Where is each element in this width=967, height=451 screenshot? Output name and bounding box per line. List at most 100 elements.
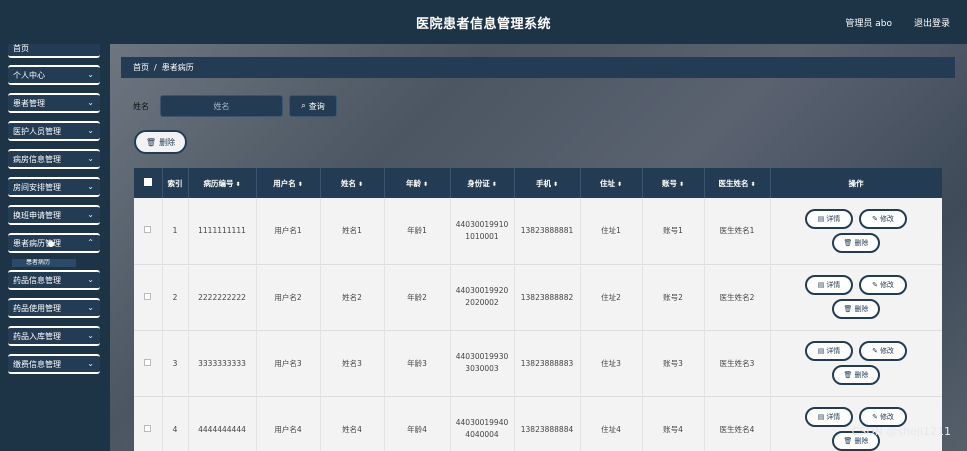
sidebar-item-drug-usage[interactable]: 药品使用管理 ⌄: [8, 298, 100, 318]
pencil-icon: ✎: [872, 347, 878, 355]
detail-button[interactable]: ▤ 详情: [805, 208, 853, 229]
cell-name: 姓名3: [320, 330, 385, 396]
sidebar-item-wards[interactable]: 病房信息管理 ⌄: [8, 149, 100, 169]
cell-username: 用户名2: [256, 264, 321, 330]
pencil-icon: ✎: [872, 281, 878, 289]
cell-address: 住址1: [580, 198, 643, 264]
chevron-down-icon: ⌄: [87, 182, 94, 191]
header-age[interactable]: 年龄 ⬍: [384, 168, 451, 198]
breadcrumb: 首页 / 患者病历: [121, 57, 955, 78]
delete-button-label: 删除: [159, 137, 176, 147]
row-select-cell[interactable]: [134, 396, 163, 451]
watermark: CSDN @sheji1211: [851, 425, 951, 438]
select-all-checkbox[interactable]: [143, 178, 152, 186]
row-checkbox[interactable]: [144, 424, 152, 432]
sidebar-item-home[interactable]: 首页: [8, 44, 100, 58]
sidebar-item-rooms[interactable]: 房间安排管理 ⌄: [8, 177, 100, 197]
row-checkbox[interactable]: [144, 226, 152, 234]
cell-record-no: 1111111111: [188, 198, 257, 264]
cell-username: 用户名4: [256, 396, 321, 451]
breadcrumb-home[interactable]: 首页: [133, 62, 149, 73]
bulk-delete-button[interactable]: 🗑 删除: [134, 130, 187, 154]
sidebar-item-label: 首页: [13, 44, 29, 53]
cell-index: 2: [162, 264, 189, 330]
header-id-card[interactable]: 身份证 ⬍: [450, 168, 515, 198]
sidebar-item-label: 患者管理: [13, 98, 45, 108]
header-index: 索引: [162, 168, 189, 198]
chevron-down-icon: ⌄: [87, 154, 94, 163]
header-phone[interactable]: 手机 ⬍: [514, 168, 581, 198]
cell-doctor: 医生姓名2: [704, 264, 771, 330]
table-row: 4 4444444444 用户名4 姓名4 年龄4 44030019940 404…: [134, 396, 942, 451]
cell-address: 住址3: [580, 330, 643, 396]
sidebar-item-profile[interactable]: 个人中心 ⌄: [8, 65, 100, 85]
detail-button[interactable]: ▤ 详情: [805, 275, 853, 295]
search-bar: 姓名 ⌕ 查询: [133, 95, 337, 117]
cell-record-no: 4444444444: [188, 396, 257, 451]
chevron-down-icon: ⌄: [87, 98, 94, 107]
sort-icon: ⬍: [297, 180, 303, 188]
pencil-icon: ✎: [872, 413, 878, 421]
delete-row-button[interactable]: 🗑 删除: [832, 299, 880, 319]
delete-row-button[interactable]: 🗑 删除: [832, 365, 880, 385]
logout-link[interactable]: 退出登录: [914, 16, 950, 29]
row-checkbox[interactable]: [144, 358, 152, 366]
row-select-cell[interactable]: [134, 198, 163, 264]
header-record-no[interactable]: 病历编号 ⬍: [188, 168, 257, 198]
cell-age: 年龄2: [384, 264, 451, 330]
edit-button[interactable]: ✎ 修改: [859, 341, 907, 361]
sidebar-item-label: 房间安排管理: [13, 182, 61, 192]
cell-doctor: 医生姓名3: [704, 330, 771, 396]
name-search-input[interactable]: [160, 95, 283, 117]
edit-button[interactable]: ✎ 修改: [859, 407, 907, 427]
sidebar: 首页 个人中心 ⌄ 患者管理 ⌄ 医护人员管理 ⌄ 病房信息管理 ⌄ 房间安排管理 ⌄ 换…: [0, 44, 110, 451]
cell-id-card: 44030019910 1010001: [450, 198, 515, 264]
cell-id-card: 44030019930 3030003: [450, 330, 515, 396]
sidebar-item-medical-staff[interactable]: 医护人员管理 ⌄: [8, 121, 100, 141]
cell-phone: 13823888882: [514, 264, 581, 330]
sidebar-item-label: 药品使用管理: [13, 303, 61, 313]
row-checkbox[interactable]: [144, 292, 152, 300]
row-select-cell[interactable]: [134, 330, 163, 396]
cell-index: 4: [162, 396, 189, 451]
cell-account: 账号3: [642, 330, 705, 396]
cell-phone: 13823888884: [514, 396, 581, 451]
detail-button[interactable]: ▤ 详情: [805, 341, 853, 361]
detail-button[interactable]: ▤ 详情: [805, 407, 853, 427]
select-all-cell[interactable]: [134, 168, 163, 198]
table-header-row: 索引 病历编号 ⬍ 用户名 ⬍ 姓名 ⬍ 年龄 ⬍ 身份证 ⬍ 手机 ⬍ 住址 ⬍ 账号 ⬍ 医…: [134, 168, 942, 198]
row-select-cell[interactable]: [134, 264, 163, 330]
submenu-item-records[interactable]: 患者病历: [12, 259, 76, 267]
sidebar-item-drug-stock[interactable]: 药品入库管理 ⌄: [8, 326, 100, 346]
current-user: 管理员 abo: [845, 19, 892, 29]
delete-row-button[interactable]: 🗑 删除: [832, 232, 880, 253]
search-button-label: 查询: [308, 101, 325, 111]
sidebar-item-shifts[interactable]: 换班申请管理 ⌄: [8, 205, 100, 225]
sidebar-item-payments[interactable]: 缴费信息管理 ⌄: [8, 354, 100, 374]
cell-id-card: 44030019940 4040004: [450, 396, 515, 451]
header-actions: 操作: [770, 168, 942, 198]
header-address[interactable]: 住址 ⬍: [580, 168, 643, 198]
app-title: 医院患者信息管理系统: [415, 17, 551, 32]
header-name[interactable]: 姓名 ⬍: [320, 168, 385, 198]
header-doctor[interactable]: 医生姓名 ⬍: [704, 168, 771, 198]
search-button[interactable]: ⌕ 查询: [289, 95, 337, 117]
sidebar-item-patients[interactable]: 患者管理 ⌄: [8, 93, 100, 113]
cell-index: 3: [162, 330, 189, 396]
sidebar-item-label: 缴费信息管理: [13, 359, 61, 369]
edit-button[interactable]: ✎ 修改: [859, 275, 907, 295]
cell-id-card: 44030019920 2020002: [450, 264, 515, 330]
chevron-down-icon: ⌄: [87, 359, 94, 368]
cell-account: 账号1: [642, 198, 705, 264]
edit-button[interactable]: ✎ 修改: [859, 208, 907, 229]
sidebar-item-medical-records[interactable]: 患者病历管理 ⌃: [8, 233, 100, 253]
header-username[interactable]: 用户名 ⬍: [256, 168, 321, 198]
chevron-down-icon: ⌄: [87, 275, 94, 284]
trash-icon: 🗑: [843, 437, 853, 445]
sidebar-item-drugs[interactable]: 药品信息管理 ⌄: [8, 270, 100, 290]
sidebar-item-label: 药品入库管理: [13, 331, 61, 341]
document-icon: ▤: [817, 347, 825, 355]
header-account[interactable]: 账号 ⬍: [642, 168, 705, 198]
sort-icon: ⬍: [750, 180, 756, 188]
sidebar-item-label: 换班申请管理: [13, 210, 61, 220]
